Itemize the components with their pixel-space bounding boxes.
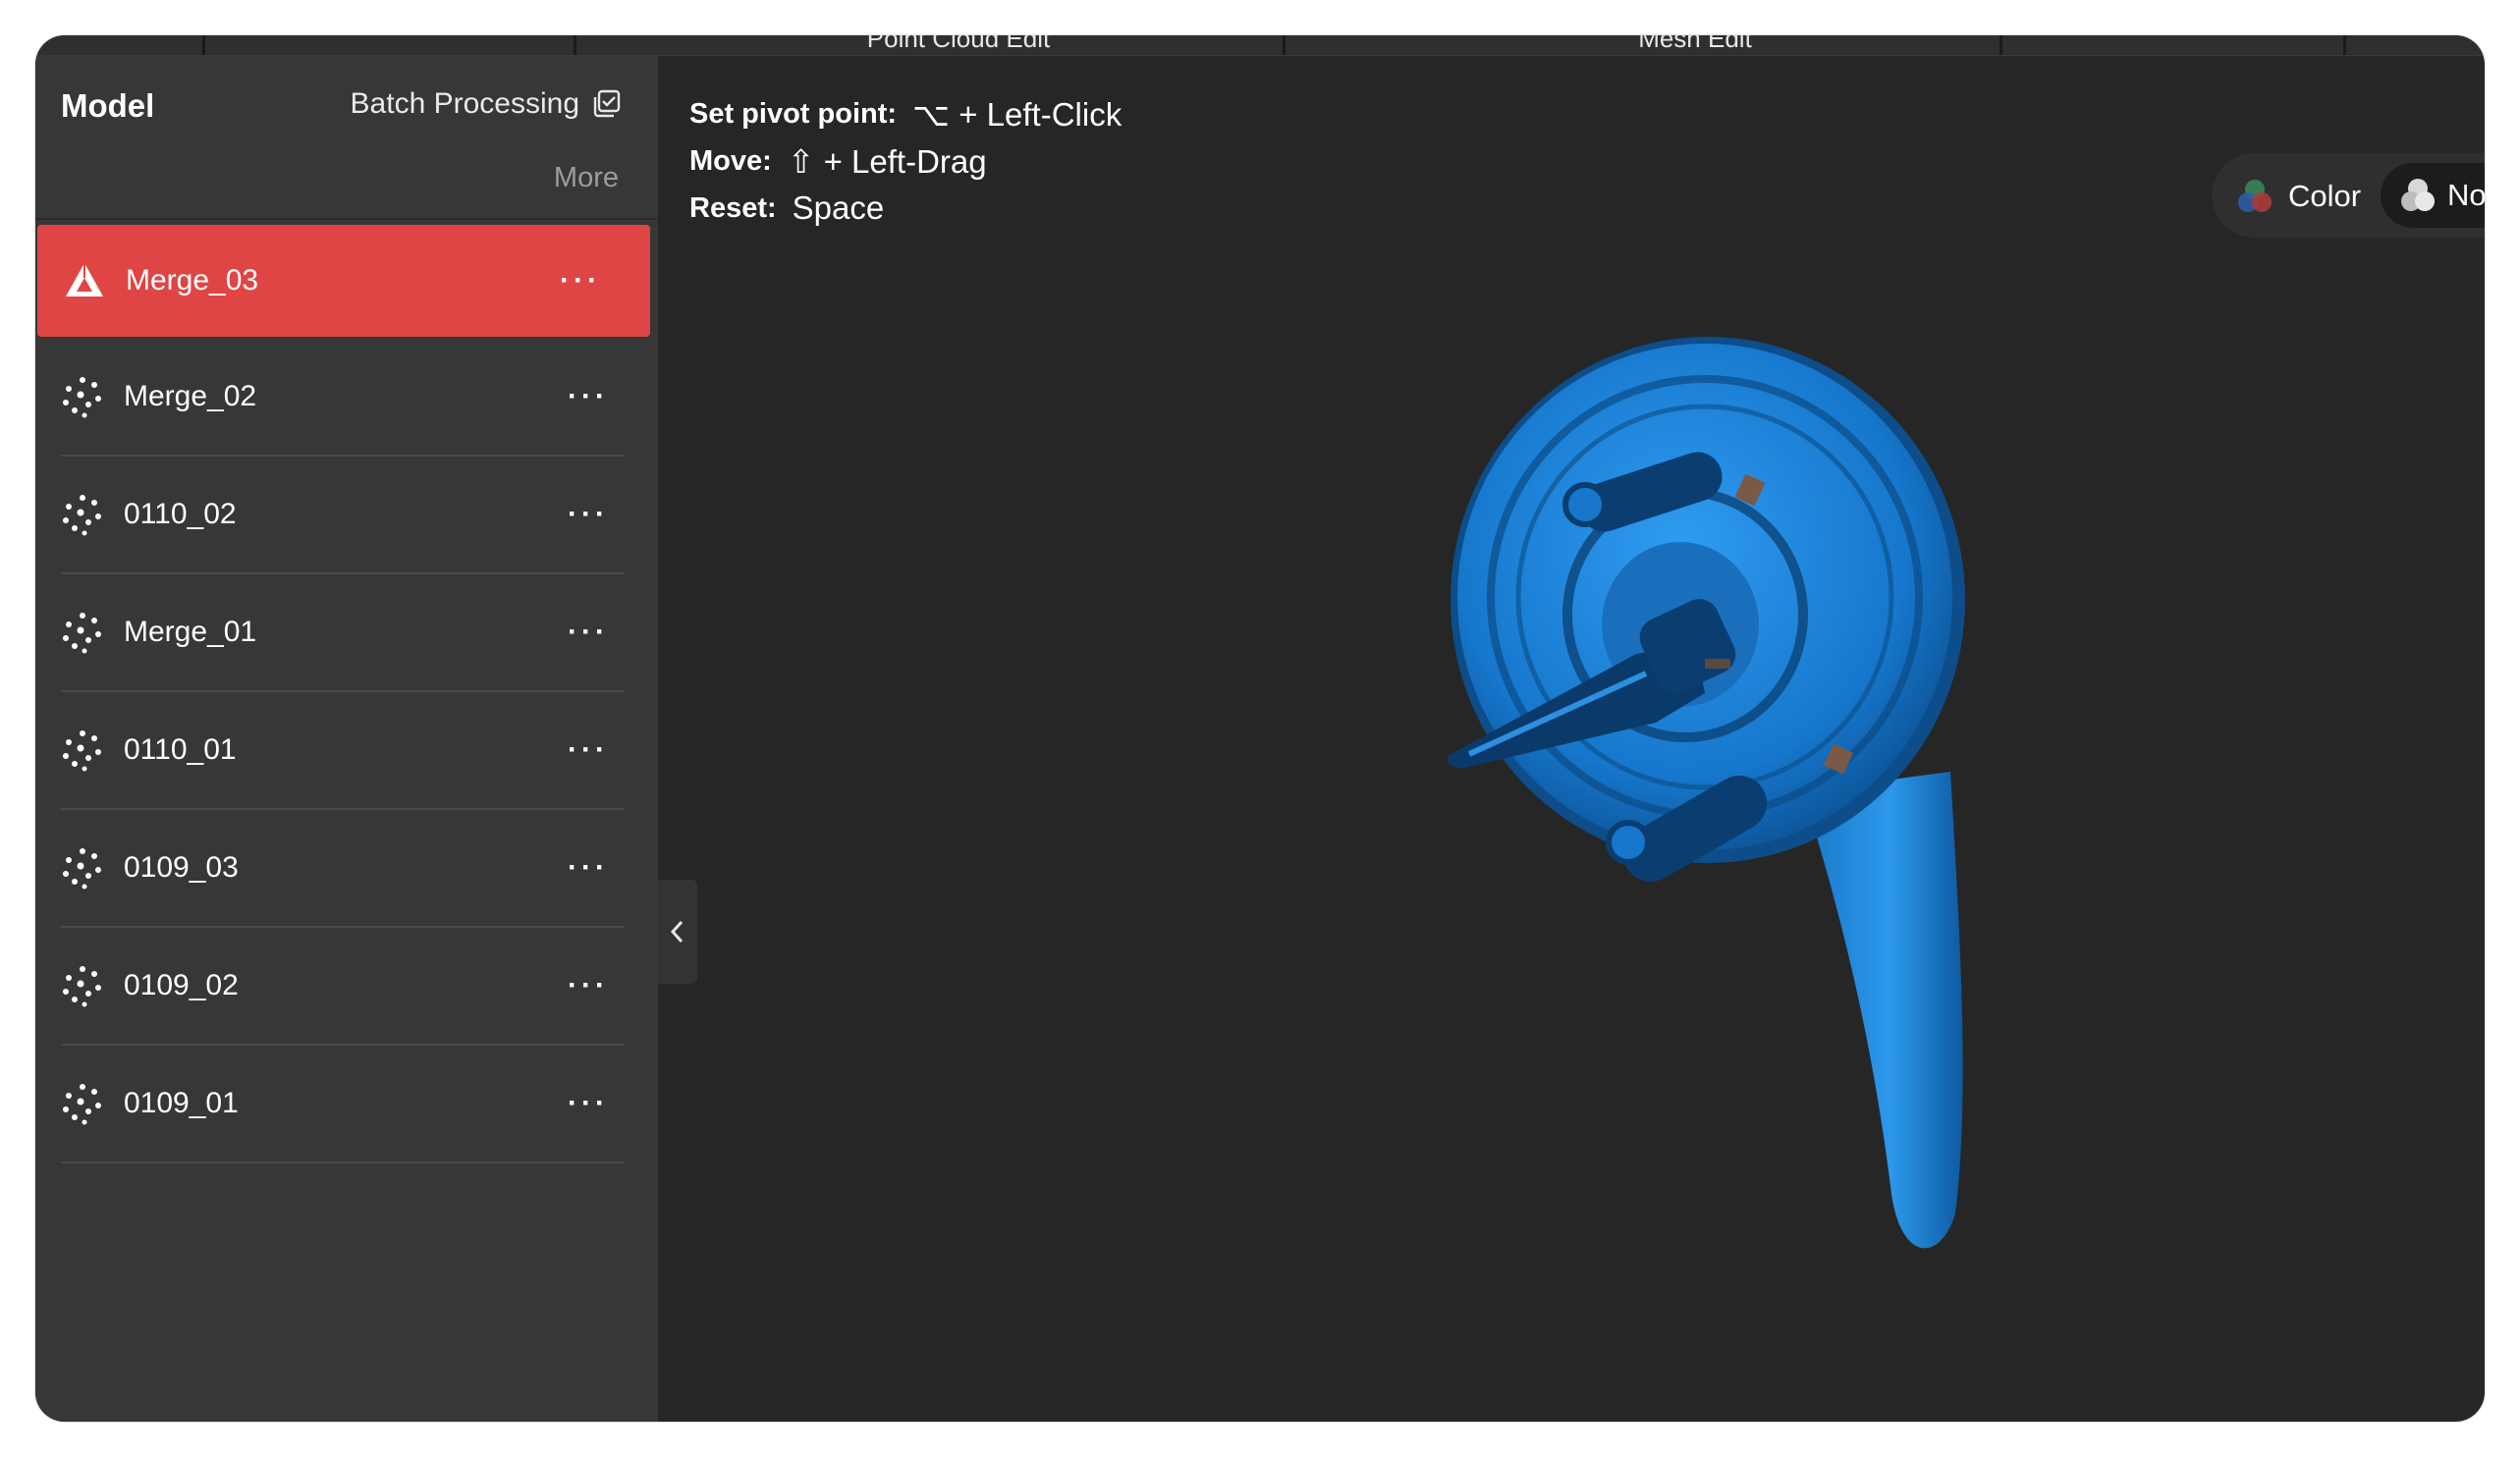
shortcut-hints: Set pivot point: ⌥ + Left-Click Move: ⇧ … xyxy=(689,90,1122,232)
item-more-menu-button[interactable]: ··· xyxy=(568,616,609,649)
batch-processing-button[interactable]: Batch Processing xyxy=(351,87,623,121)
tab-separator xyxy=(2343,35,2346,55)
more-button[interactable]: More xyxy=(554,162,619,194)
item-more-menu-button[interactable]: ··· xyxy=(568,498,609,531)
hint-reset: Reset: Space xyxy=(689,185,1122,232)
point-cloud-icon xyxy=(63,730,101,772)
model-item-0110-01[interactable]: 0110_01 ··· xyxy=(35,692,658,810)
tab-separator xyxy=(202,35,205,55)
tab-point-cloud-edit[interactable]: Point Cloud Edit xyxy=(723,35,1194,55)
model-item-0110-02[interactable]: 0110_02 ··· xyxy=(35,457,658,574)
tab-mesh-edit[interactable]: Mesh Edit xyxy=(1410,35,1980,55)
item-more-menu-button[interactable]: ··· xyxy=(560,264,601,297)
hint-move: Move: ⇧ + Left-Drag xyxy=(689,137,1122,185)
item-more-menu-button[interactable]: ··· xyxy=(568,851,609,885)
rgb-circles-icon xyxy=(2238,180,2272,212)
item-more-menu-button[interactable]: ··· xyxy=(568,1087,609,1120)
3d-model-viewport[interactable] xyxy=(1410,330,2078,1312)
color-mode-label: Color xyxy=(2288,179,2362,213)
batch-stack-icon xyxy=(593,89,621,118)
model-item-label: 0109_03 xyxy=(124,851,239,884)
model-item-label: Merge_01 xyxy=(124,616,257,648)
model-item-0109-01[interactable]: 0109_01 ··· xyxy=(35,1046,658,1163)
model-item-merge-02[interactable]: Merge_02 ··· xyxy=(35,339,658,457)
tab-separator xyxy=(2000,35,2002,55)
model-handle xyxy=(1803,772,1963,1249)
point-cloud-icon xyxy=(63,1084,101,1125)
model-item-label: Merge_02 xyxy=(124,380,257,412)
tab-separator xyxy=(1283,35,1286,55)
sidebar-title: Model xyxy=(61,87,155,124)
model-item-0109-03[interactable]: 0109_03 ··· xyxy=(35,810,658,928)
no-color-mode-label: No xyxy=(2447,178,2485,212)
row-divider xyxy=(61,1161,625,1163)
color-mode-button[interactable]: Color xyxy=(2233,175,2361,218)
hint-key: Move: xyxy=(689,144,772,177)
point-cloud-icon xyxy=(63,966,101,1007)
item-more-menu-button[interactable]: ··· xyxy=(568,969,609,1002)
chevron-left-icon xyxy=(670,920,684,944)
collapse-sidebar-button[interactable] xyxy=(658,880,697,984)
tab-separator xyxy=(574,35,576,55)
hint-value: ⇧ + Left-Drag xyxy=(787,142,987,180)
model-item-label: 0110_02 xyxy=(124,498,237,530)
model-item-0109-02[interactable]: 0109_02 ··· xyxy=(35,928,658,1046)
model-list: Merge_03 ··· Merge_02 ··· 0110_02 ··· Me… xyxy=(35,225,658,1163)
hint-key: Reset: xyxy=(689,191,777,224)
item-more-menu-button[interactable]: ··· xyxy=(568,733,609,767)
point-cloud-icon xyxy=(63,848,101,890)
display-mode-toggle: Color No xyxy=(2212,153,2485,238)
item-more-menu-button[interactable]: ··· xyxy=(568,380,609,413)
model-item-merge-03[interactable]: Merge_03 ··· xyxy=(37,225,650,337)
model-item-label: Merge_03 xyxy=(126,264,259,297)
app-window: Point Cloud Edit Mesh Edit Model Batch P… xyxy=(35,35,2485,1422)
hint-pivot: Set pivot point: ⌥ + Left-Click xyxy=(689,90,1122,137)
model-item-label: 0109_02 xyxy=(124,969,239,1001)
top-tab-bar: Point Cloud Edit Mesh Edit xyxy=(35,35,2485,56)
no-color-mode-button[interactable]: No xyxy=(2381,163,2485,228)
model-item-label: 0110_01 xyxy=(124,733,237,766)
sidebar-divider xyxy=(35,218,658,220)
point-cloud-icon xyxy=(63,495,101,536)
point-cloud-icon xyxy=(63,377,101,418)
mesh-icon xyxy=(66,263,103,297)
model-item-merge-01[interactable]: Merge_01 ··· xyxy=(35,574,658,692)
hint-value: ⌥ + Left-Click xyxy=(912,95,1123,133)
model-item-label: 0109_01 xyxy=(124,1087,239,1119)
point-cloud-icon xyxy=(63,613,101,654)
hint-value: Space xyxy=(792,189,885,226)
hint-key: Set pivot point: xyxy=(689,97,898,130)
gray-circles-icon xyxy=(2401,179,2435,211)
batch-processing-label: Batch Processing xyxy=(350,87,579,120)
model-sidebar: Model Batch Processing More Merge_03 ··· xyxy=(35,56,658,1422)
